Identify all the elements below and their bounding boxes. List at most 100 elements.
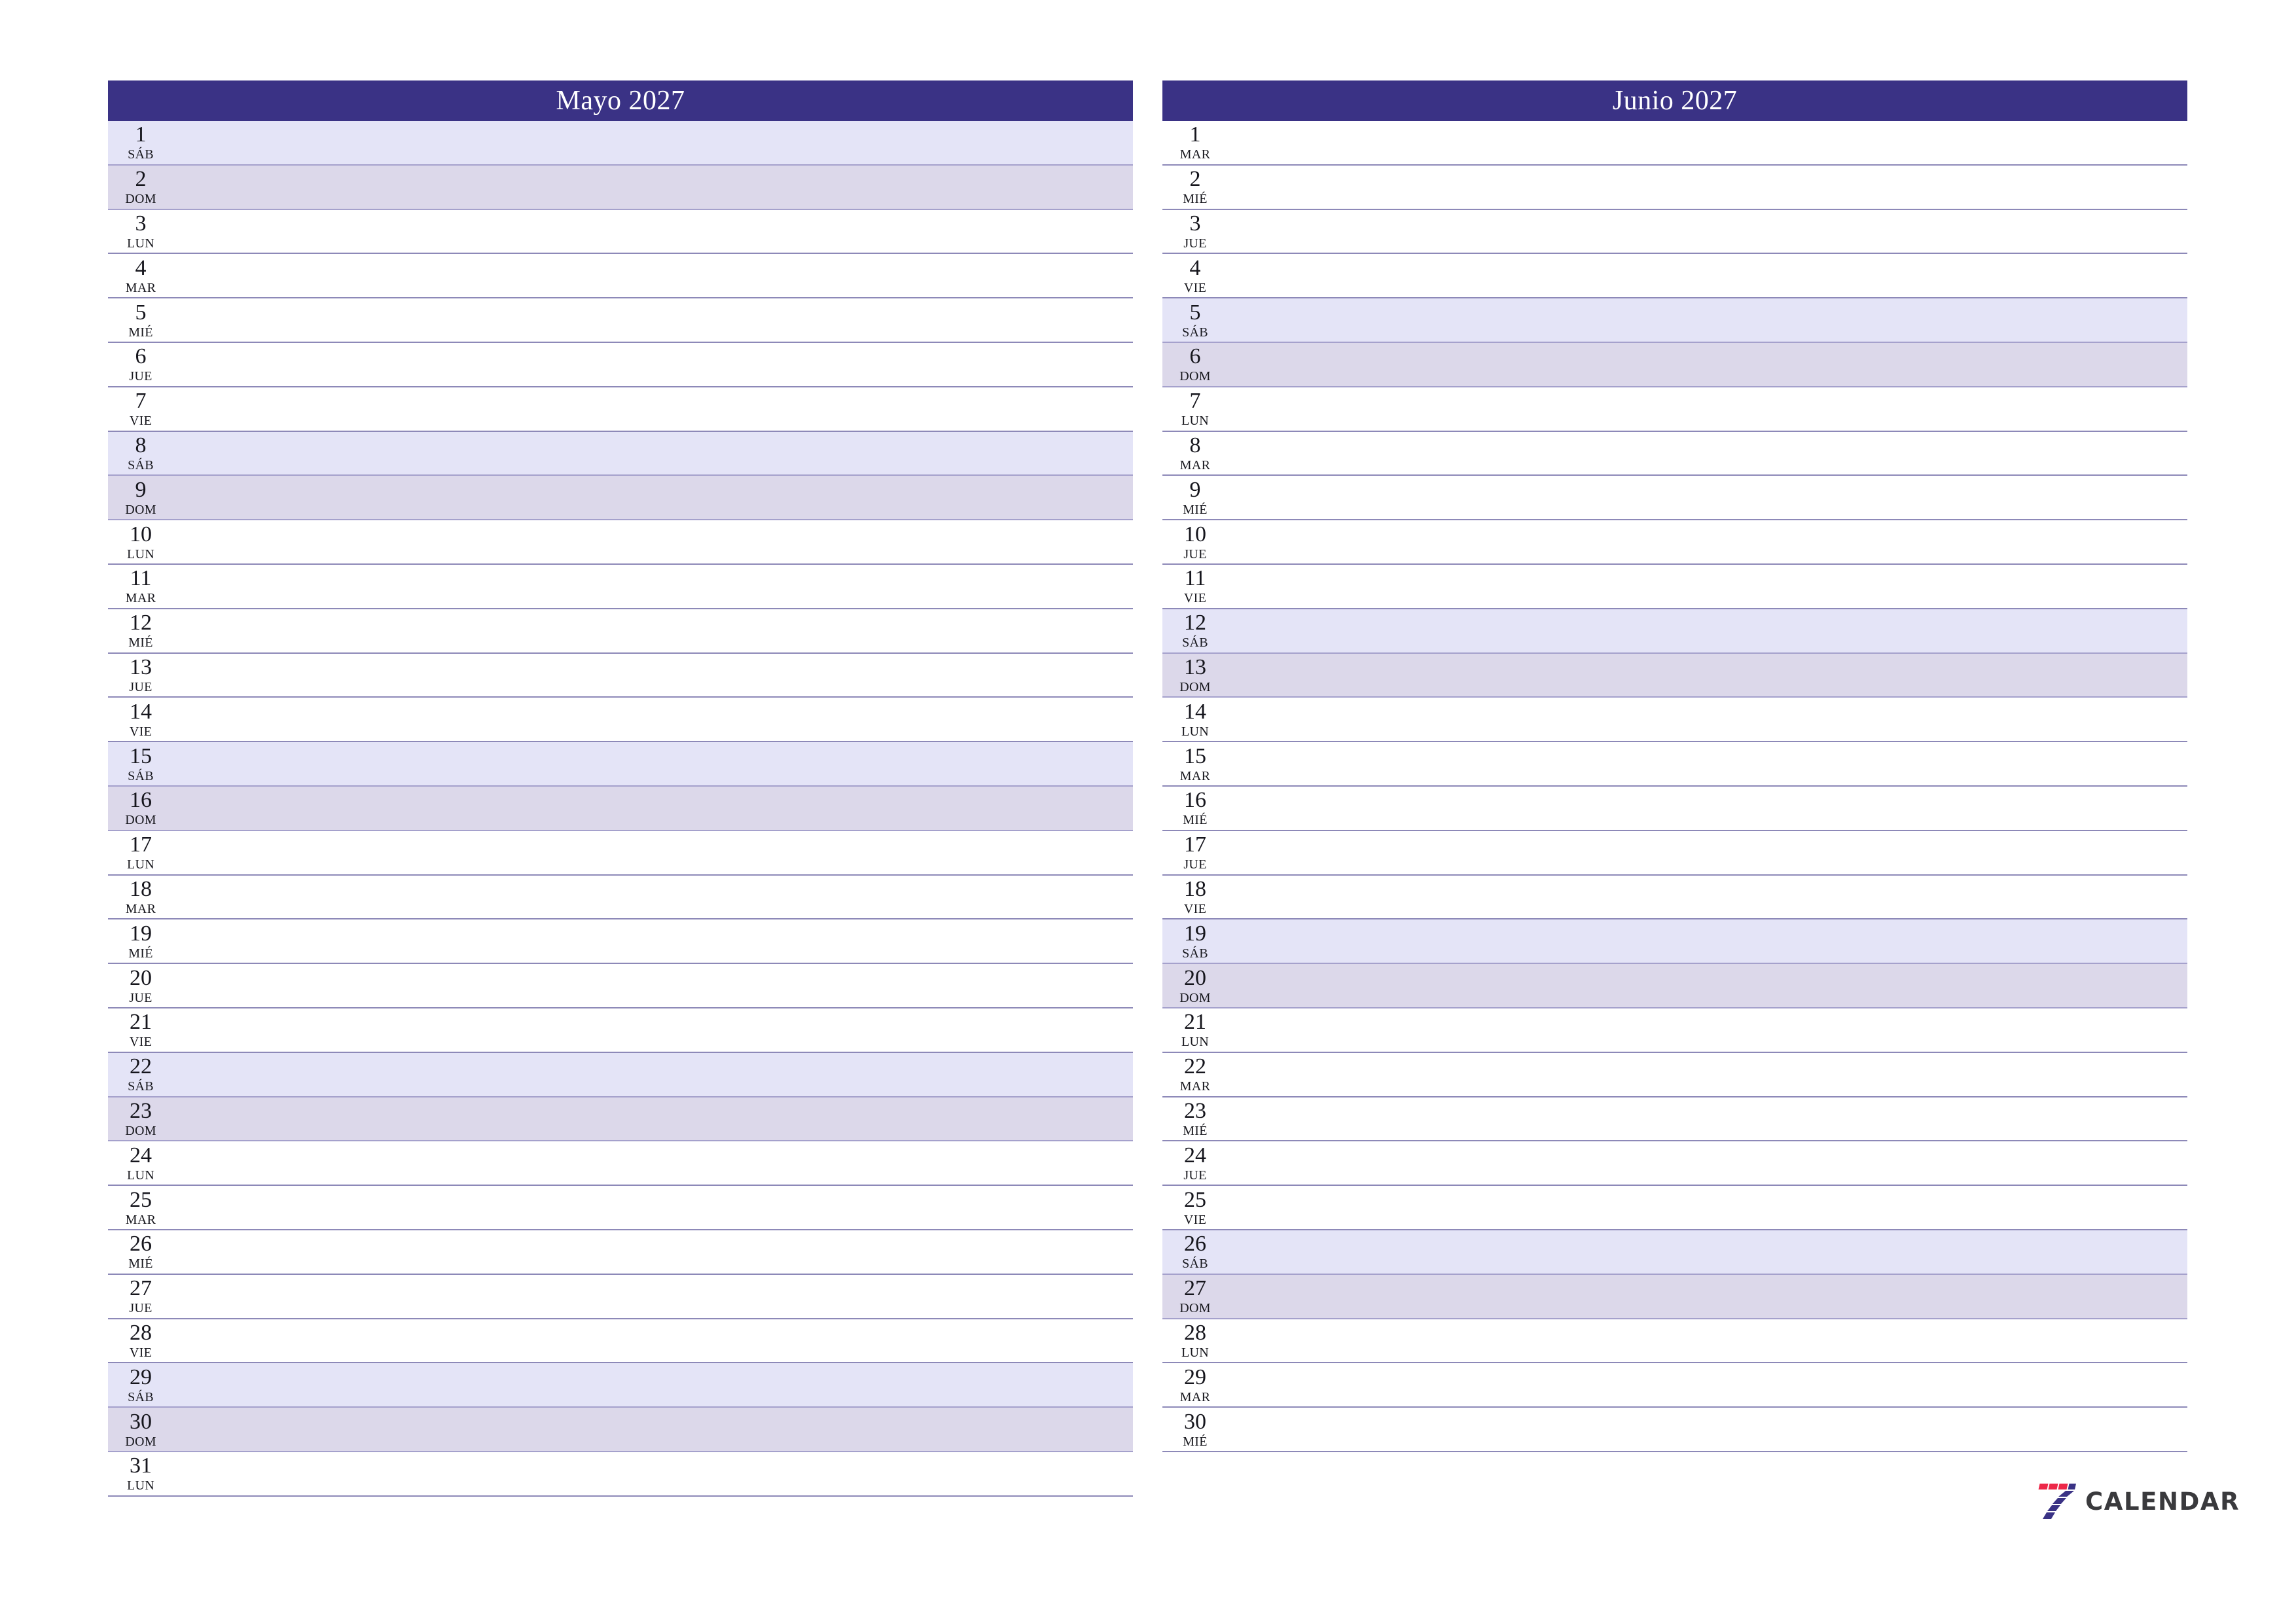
day-note-area[interactable] [173,609,1133,652]
day-row[interactable]: 9 DOM [108,476,1133,521]
day-row[interactable]: 7 LUN [1162,387,2187,432]
day-note-area[interactable] [173,476,1133,519]
day-row[interactable]: 20 JUE [108,964,1133,1008]
day-note-area[interactable] [1228,210,2187,253]
day-row[interactable]: 12 SÁB [1162,609,2187,654]
day-note-area[interactable] [173,565,1133,608]
day-row[interactable]: 2 DOM [108,165,1133,210]
day-row[interactable]: 19 MIÉ [108,919,1133,965]
day-note-area[interactable] [1228,432,2187,475]
day-row[interactable]: 23 DOM [108,1097,1133,1142]
day-row[interactable]: 29 MAR [1162,1363,2187,1408]
day-row[interactable]: 22 MAR [1162,1052,2187,1097]
day-row[interactable]: 9 MIÉ [1162,476,2187,521]
day-note-area[interactable] [1228,698,2187,741]
day-row[interactable]: 1 SÁB [108,121,1133,166]
day-row[interactable]: 25 MAR [108,1186,1133,1230]
day-note-area[interactable] [1228,742,2187,785]
day-note-area[interactable] [173,1230,1133,1274]
day-row[interactable]: 26 SÁB [1162,1230,2187,1275]
day-note-area[interactable] [1228,1008,2187,1052]
day-note-area[interactable] [173,1319,1133,1363]
day-note-area[interactable] [173,698,1133,741]
day-note-area[interactable] [173,1363,1133,1406]
day-note-area[interactable] [1228,166,2187,209]
day-row[interactable]: 17 JUE [1162,830,2187,876]
day-note-area[interactable] [1228,1141,2187,1185]
day-note-area[interactable] [1228,565,2187,608]
day-row[interactable]: 25 VIE [1162,1186,2187,1230]
day-note-area[interactable] [173,1053,1133,1096]
day-row[interactable]: 5 MIÉ [108,298,1133,343]
day-note-area[interactable] [1228,919,2187,963]
day-note-area[interactable] [173,343,1133,386]
day-note-area[interactable] [1228,787,2187,830]
day-note-area[interactable] [1228,609,2187,652]
day-note-area[interactable] [173,254,1133,297]
day-note-area[interactable] [173,1097,1133,1141]
day-note-area[interactable] [173,1141,1133,1185]
day-note-area[interactable] [1228,476,2187,519]
day-row[interactable]: 5 SÁB [1162,298,2187,343]
day-note-area[interactable] [173,654,1133,697]
day-row[interactable]: 6 DOM [1162,342,2187,387]
day-row[interactable]: 16 MIÉ [1162,786,2187,831]
day-row[interactable]: 14 LUN [1162,698,2187,743]
day-row[interactable]: 11 VIE [1162,564,2187,609]
day-row[interactable]: 7 VIE [108,387,1133,432]
day-note-area[interactable] [173,1408,1133,1451]
day-row[interactable]: 4 VIE [1162,254,2187,299]
day-note-area[interactable] [173,964,1133,1007]
day-row[interactable]: 3 JUE [1162,209,2187,255]
day-note-area[interactable] [1228,654,2187,697]
day-note-area[interactable] [1228,831,2187,874]
day-note-area[interactable] [173,520,1133,563]
day-note-area[interactable] [1228,520,2187,563]
day-row[interactable]: 8 MAR [1162,431,2187,476]
day-row[interactable]: 10 JUE [1162,520,2187,565]
day-row[interactable]: 6 JUE [108,342,1133,387]
day-row[interactable]: 31 LUN [108,1452,1133,1497]
day-note-area[interactable] [173,166,1133,209]
day-row[interactable]: 1 MAR [1162,121,2187,166]
day-note-area[interactable] [1228,121,2187,164]
day-note-area[interactable] [1228,387,2187,431]
day-row[interactable]: 20 DOM [1162,964,2187,1008]
day-row[interactable]: 18 VIE [1162,875,2187,920]
day-note-area[interactable] [173,210,1133,253]
day-row[interactable]: 23 MIÉ [1162,1097,2187,1142]
day-row[interactable]: 8 SÁB [108,431,1133,476]
day-row[interactable]: 15 SÁB [108,742,1133,787]
day-note-area[interactable] [173,1275,1133,1318]
day-note-area[interactable] [173,1008,1133,1052]
day-row[interactable]: 21 LUN [1162,1008,2187,1053]
day-row[interactable]: 24 LUN [108,1141,1133,1186]
day-row[interactable]: 30 MIÉ [1162,1408,2187,1452]
day-note-area[interactable] [1228,1186,2187,1229]
day-row[interactable]: 11 MAR [108,564,1133,609]
day-row[interactable]: 10 LUN [108,520,1133,565]
day-note-area[interactable] [173,1186,1133,1229]
day-row[interactable]: 26 MIÉ [108,1230,1133,1275]
day-note-area[interactable] [173,787,1133,830]
day-note-area[interactable] [173,1452,1133,1495]
day-note-area[interactable] [1228,1097,2187,1141]
day-row[interactable]: 21 VIE [108,1008,1133,1053]
day-row[interactable]: 16 DOM [108,786,1133,831]
day-row[interactable]: 27 JUE [108,1274,1133,1319]
day-note-area[interactable] [173,432,1133,475]
day-row[interactable]: 4 MAR [108,254,1133,299]
day-note-area[interactable] [173,831,1133,874]
day-note-area[interactable] [1228,964,2187,1007]
day-note-area[interactable] [1228,1408,2187,1451]
day-row[interactable]: 15 MAR [1162,742,2187,787]
day-row[interactable]: 24 JUE [1162,1141,2187,1186]
day-note-area[interactable] [1228,1053,2187,1096]
day-note-area[interactable] [1228,1319,2187,1363]
day-note-area[interactable] [173,742,1133,785]
day-row[interactable]: 18 MAR [108,875,1133,920]
day-row[interactable]: 13 JUE [108,653,1133,698]
day-note-area[interactable] [1228,254,2187,297]
day-row[interactable]: 22 SÁB [108,1052,1133,1097]
day-note-area[interactable] [173,298,1133,342]
